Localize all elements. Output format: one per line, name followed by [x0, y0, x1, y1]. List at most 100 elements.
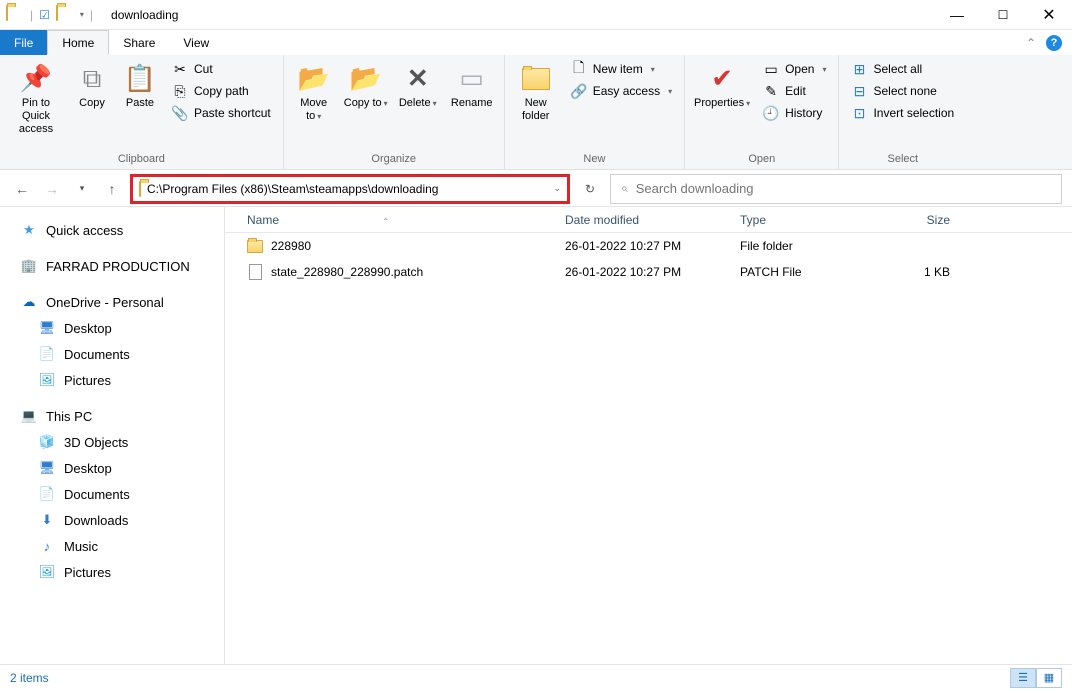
content-area: ★Quick access 🏢FARRAD PRODUCTION ☁OneDri… — [0, 206, 1072, 664]
ribbon-group-open: ✔Properties▾ ▭Open▾ ✎Edit 🕘History Open — [685, 55, 839, 169]
delete-icon: ✕ — [402, 63, 434, 95]
details-view-button[interactable]: ☰ — [1010, 668, 1036, 688]
edit-button[interactable]: ✎Edit — [757, 81, 832, 101]
tree-od-desktop[interactable]: 🖥Desktop — [0, 315, 224, 341]
close-button[interactable]: ✕ — [1026, 0, 1072, 30]
copy-path-button[interactable]: ⎘Copy path — [166, 81, 277, 101]
properties-button[interactable]: ✔Properties▾ — [691, 59, 753, 114]
navigation-bar: ← → ▾ ↑ ⌄ ↻ ⌕ — [0, 170, 1072, 206]
titlebar: | ☑ ▾ | downloading — ☐ ✕ — [0, 0, 1072, 30]
maximize-button[interactable]: ☐ — [980, 0, 1026, 30]
file-list: Name ⌃ Date modified Type Size 228980 26… — [225, 207, 1072, 664]
help-icon[interactable]: ? — [1046, 35, 1062, 51]
file-icon — [247, 264, 263, 280]
pin-quick-access-button[interactable]: 📌 Pin to Quick access — [6, 59, 66, 141]
copy-to-icon: 📂 — [350, 63, 382, 95]
tab-file[interactable]: File — [0, 30, 47, 55]
column-headers[interactable]: Name ⌃ Date modified Type Size — [225, 207, 1072, 233]
history-button[interactable]: 🕘History — [757, 103, 832, 123]
onedrive-icon: ☁ — [20, 293, 38, 311]
tree-onedrive[interactable]: ☁OneDrive - Personal — [0, 289, 224, 315]
qat-folder-icon[interactable] — [56, 6, 74, 24]
ribbon-group-new: New folder 🗋New item▾ 🔗Easy access▾ New — [505, 55, 685, 169]
tab-home[interactable]: Home — [47, 30, 109, 55]
move-to-button[interactable]: 📂Move to▾ — [290, 59, 338, 127]
history-icon: 🕘 — [763, 105, 779, 121]
tree-music[interactable]: ♪Music — [0, 533, 224, 559]
select-none-button[interactable]: ⊟Select none — [845, 81, 960, 101]
new-folder-button[interactable]: New folder — [511, 59, 561, 127]
recent-locations-button[interactable]: ▾ — [70, 177, 94, 201]
downloads-icon: ⬇ — [38, 511, 56, 529]
address-bar[interactable]: ⌄ — [130, 174, 570, 204]
search-input[interactable] — [636, 181, 1051, 196]
tab-share[interactable]: Share — [109, 30, 169, 55]
rename-button[interactable]: ▭Rename — [446, 59, 498, 114]
paste-button[interactable]: 📋 Paste — [118, 59, 162, 114]
address-dropdown-icon[interactable]: ⌄ — [553, 183, 561, 194]
search-box[interactable]: ⌕ — [610, 174, 1062, 204]
file-row[interactable]: 228980 26-01-2022 10:27 PM File folder — [225, 233, 1072, 259]
documents-icon: 📄 — [38, 345, 56, 363]
open-button[interactable]: ▭Open▾ — [757, 59, 832, 79]
tree-this-pc[interactable]: 💻This PC — [0, 403, 224, 429]
select-all-button[interactable]: ⊞Select all — [845, 59, 960, 79]
app-icon — [6, 6, 24, 24]
col-name[interactable]: Name ⌃ — [225, 213, 555, 227]
refresh-button[interactable]: ↻ — [576, 175, 604, 203]
delete-button[interactable]: ✕Delete▾ — [394, 59, 442, 114]
desktop-icon: 🖥 — [38, 319, 56, 337]
tree-downloads[interactable]: ⬇Downloads — [0, 507, 224, 533]
col-type[interactable]: Type — [730, 213, 880, 227]
tree-3d-objects[interactable]: 🧊3D Objects — [0, 429, 224, 455]
tree-farrad[interactable]: 🏢FARRAD PRODUCTION — [0, 253, 224, 279]
pin-label: Pin to Quick access — [8, 97, 64, 137]
ribbon-group-organize: 📂Move to▾ 📂Copy to▾ ✕Delete▾ ▭Rename Org… — [284, 55, 505, 169]
group-label-open: Open — [691, 153, 832, 167]
col-size[interactable]: Size — [880, 213, 960, 227]
col-date[interactable]: Date modified — [555, 213, 730, 227]
ribbon-group-select: ⊞Select all ⊟Select none ⊡Invert selecti… — [839, 55, 966, 169]
paste-shortcut-button[interactable]: 📎Paste shortcut — [166, 103, 277, 123]
back-button[interactable]: ← — [10, 177, 34, 201]
tree-pictures[interactable]: 🖼Pictures — [0, 559, 224, 585]
navigation-tree[interactable]: ★Quick access 🏢FARRAD PRODUCTION ☁OneDri… — [0, 207, 225, 664]
cut-button[interactable]: ✂Cut — [166, 59, 277, 79]
ribbon-collapse-icon[interactable]: ⌃ — [1026, 36, 1036, 50]
tree-od-pictures[interactable]: 🖼Pictures — [0, 367, 224, 393]
address-input[interactable] — [147, 182, 547, 196]
window-title: downloading — [99, 8, 178, 22]
pictures-icon: 🖼 — [38, 371, 56, 389]
invert-selection-icon: ⊡ — [851, 105, 867, 121]
new-item-button[interactable]: 🗋New item▾ — [565, 59, 678, 79]
sort-icon: ⌃ — [382, 217, 389, 226]
copy-button[interactable]: ⧉ Copy — [70, 59, 114, 114]
copy-icon: ⧉ — [76, 63, 108, 95]
copy-to-button[interactable]: 📂Copy to▾ — [342, 59, 390, 114]
pictures-icon: 🖼 — [38, 563, 56, 581]
select-all-icon: ⊞ — [851, 61, 867, 77]
music-icon: ♪ — [38, 537, 56, 555]
tree-quick-access[interactable]: ★Quick access — [0, 217, 224, 243]
copy-label: Copy — [79, 97, 105, 110]
forward-button[interactable]: → — [40, 177, 64, 201]
group-label-organize: Organize — [290, 153, 498, 167]
documents-icon: 📄 — [38, 485, 56, 503]
new-folder-icon — [520, 63, 552, 95]
tab-view[interactable]: View — [169, 30, 223, 55]
qat-check-icon[interactable]: ☑ — [39, 8, 50, 22]
minimize-button[interactable]: — — [934, 0, 980, 30]
easy-access-button[interactable]: 🔗Easy access▾ — [565, 81, 678, 101]
tree-od-documents[interactable]: 📄Documents — [0, 341, 224, 367]
tree-desktop[interactable]: 🖥Desktop — [0, 455, 224, 481]
icons-view-button[interactable]: ▦ — [1036, 668, 1062, 688]
invert-selection-button[interactable]: ⊡Invert selection — [845, 103, 960, 123]
move-to-icon: 📂 — [298, 63, 330, 95]
up-button[interactable]: ↑ — [100, 177, 124, 201]
qat-dropdown-icon[interactable]: ▾ — [80, 10, 84, 19]
address-folder-icon — [139, 182, 141, 196]
file-row[interactable]: state_228980_228990.patch 26-01-2022 10:… — [225, 259, 1072, 285]
ribbon: 📌 Pin to Quick access ⧉ Copy 📋 Paste ✂Cu… — [0, 55, 1072, 170]
group-label-new: New — [511, 153, 678, 167]
tree-documents[interactable]: 📄Documents — [0, 481, 224, 507]
